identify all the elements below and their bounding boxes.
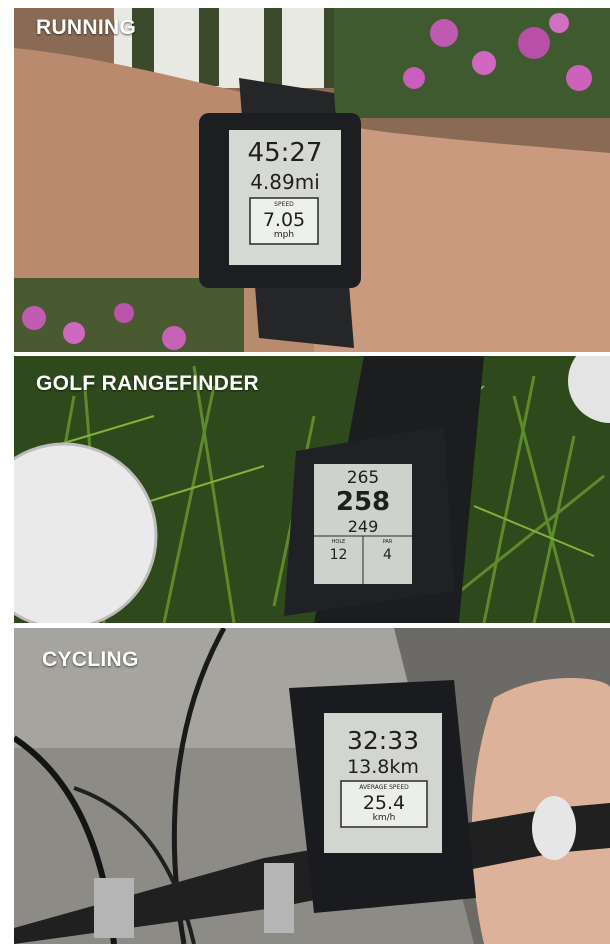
watch-distance: 4.89mi: [250, 170, 320, 194]
panel-title-cycling: CYCLING: [42, 648, 139, 671]
golf-par-label: PAR: [382, 539, 393, 545]
cycling-box-label: AVERAGE SPEED: [359, 784, 409, 791]
watch-box-label: SPEED: [274, 201, 294, 208]
golf-scene: [14, 356, 610, 623]
cycling-speed-unit: km/h: [372, 813, 396, 823]
cycling-distance: 13.8km: [347, 756, 419, 778]
watch-time: 45:27: [247, 138, 323, 168]
watch-speed-unit: mph: [273, 230, 295, 240]
golf-hole-number: 12: [329, 547, 348, 563]
cycling-photo: CYCLING 32:33 13.8km AVERAGE SPEED 25.4 …: [14, 628, 610, 944]
golf-middle-distance: 258: [335, 487, 391, 517]
golf-hole-label: HOLE: [331, 539, 346, 545]
panel-title-running: RUNNING: [36, 16, 137, 39]
golf-par-number: 4: [383, 547, 392, 563]
cycling-scene: [14, 628, 610, 944]
cycling-speed-value: 25.4: [362, 792, 406, 814]
panel-title-golf: GOLF RANGEFINDER: [36, 372, 259, 395]
running-photo: RUNNING 45:27 4.89mi SPEED 7.05 mph: [14, 8, 610, 352]
golf-front-distance: 249: [347, 517, 379, 536]
cycling-time: 32:33: [346, 726, 420, 755]
golf-back-distance: 265: [346, 468, 380, 488]
watch-speed-value: 7.05: [262, 209, 306, 231]
golf-photo: GOLF RANGEFINDER 265 258 249 HOLE 12 PAR…: [14, 356, 610, 623]
